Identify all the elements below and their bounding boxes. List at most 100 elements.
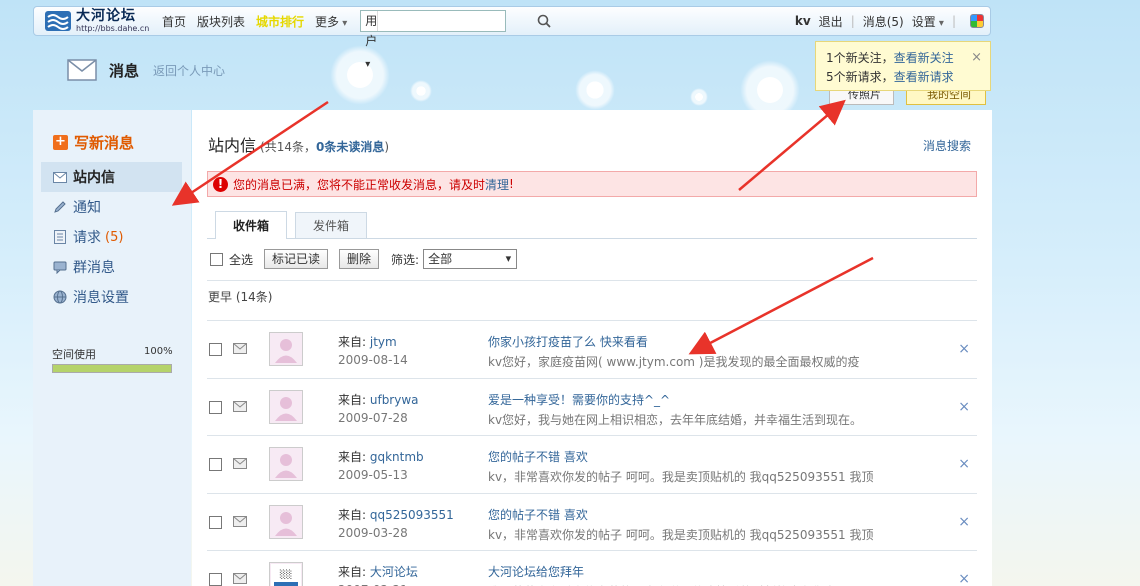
username-link[interactable]: kv — [795, 14, 811, 28]
search-box: 用户 — [360, 10, 551, 48]
dandelion-decoration — [330, 45, 390, 105]
delete-message-icon[interactable]: × — [958, 399, 970, 415]
message-checkbox[interactable] — [209, 401, 222, 414]
sender-link[interactable]: ufbrywa — [370, 393, 419, 407]
message-subject-link[interactable]: 爱是一种享受！需要你的支持^_^ — [488, 391, 670, 408]
search-icon[interactable] — [537, 11, 551, 31]
message-row[interactable]: 来自: qq525093551 2009-03-28 您的帖子不错 喜欢 kv，非常喜… — [207, 493, 977, 550]
logout-link[interactable]: 退出 — [819, 13, 843, 30]
notify-follow-text: 1个新关注， — [826, 51, 894, 65]
tab-outbox[interactable]: 发件箱 — [295, 212, 368, 238]
space-usage-bar — [52, 364, 172, 373]
default-avatar-icon — [275, 397, 297, 421]
message-subject-link[interactable]: 您的帖子不错 喜欢 — [488, 448, 588, 465]
logo-icon — [45, 11, 71, 31]
avatar[interactable] — [269, 447, 303, 481]
delete-button[interactable]: 删除 — [339, 249, 380, 269]
apps-icon[interactable] — [970, 14, 984, 28]
chat-icon — [53, 260, 67, 274]
sidebar-item-label: 站内信 — [73, 170, 115, 186]
compose-message-button[interactable]: + 写新消息 — [53, 132, 134, 153]
delete-message-icon[interactable]: × — [958, 341, 970, 357]
message-subject-link[interactable]: 您的帖子不错 喜欢 — [488, 506, 588, 523]
alert-end: ! — [509, 177, 514, 191]
sidebar-item-message-settings[interactable]: 消息设置 — [41, 282, 182, 312]
close-icon[interactable]: × — [971, 48, 982, 67]
envelope-icon — [233, 516, 247, 527]
divider: | — [850, 14, 855, 28]
inbox-count: (共14条，0条未读消息) — [260, 138, 389, 155]
message-row[interactable]: 来自: ufbrywa 2009-07-28 爱是一种享受！需要你的支持^_^ kv您… — [207, 378, 977, 435]
sender-link[interactable]: qq525093551 — [370, 508, 454, 522]
default-avatar-icon — [275, 512, 297, 536]
sidebar-item-label: 通知 — [73, 200, 101, 216]
select-all-checkbox[interactable] — [210, 252, 223, 266]
notify-request-text: 5个新请求， — [826, 70, 894, 84]
forum-avatar-icon: ░░ — [271, 564, 301, 586]
nav-boards[interactable]: 版块列表 — [197, 13, 245, 30]
divider — [207, 280, 977, 281]
envelope-icon — [233, 401, 247, 412]
message-checkbox[interactable] — [209, 458, 222, 471]
message-subject-link[interactable]: 你家小孩打疫苗了么 快来看看 — [488, 333, 648, 350]
site-logo[interactable]: 大河论坛 http://bbs.dahe.cn — [44, 9, 154, 33]
from-prefix: 来自: — [338, 450, 370, 464]
filter-label: 筛选: — [391, 252, 420, 267]
message-sender: 来自: jtym — [338, 333, 397, 350]
sidebar-item-group-messages[interactable]: 群消息 — [41, 252, 182, 282]
request-count-badge: (5) — [105, 229, 124, 245]
message-subject-link[interactable]: 大河论坛给您拜年 — [488, 563, 584, 580]
from-prefix: 来自: — [338, 508, 370, 522]
tab-inbox[interactable]: 收件箱 — [215, 211, 288, 239]
filter-select[interactable]: 全部 — [423, 249, 518, 269]
message-row[interactable]: ░░来自: 大河论坛2007-02-21大河论坛给您拜年我用葵花点穴手点住春节的… — [207, 550, 977, 586]
main-nav: 首页 版块列表 城市排行 更多 — [162, 13, 358, 30]
sidebar-item-label: 消息设置 — [73, 290, 129, 306]
mark-read-button[interactable]: 标记已读 — [264, 249, 329, 269]
envelope-icon — [67, 59, 97, 81]
delete-message-icon[interactable]: × — [958, 571, 970, 586]
search-input[interactable] — [378, 11, 538, 31]
view-new-requests-link[interactable]: 查看新请求 — [894, 70, 954, 84]
sender-link[interactable]: 大河论坛 — [370, 565, 418, 579]
message-checkbox[interactable] — [209, 343, 222, 356]
unread-count-link[interactable]: 0条未读消息 — [316, 140, 384, 154]
avatar[interactable] — [269, 390, 303, 424]
sidebar-item-inbox[interactable]: 站内信 — [41, 162, 182, 192]
message-row[interactable]: 来自: gqkntmb 2009-05-13 您的帖子不错 喜欢 kv，非常喜欢你发的… — [207, 435, 977, 492]
envelope-icon — [233, 458, 247, 469]
message-sender: 来自: ufbrywa — [338, 391, 419, 408]
delete-message-icon[interactable]: × — [958, 456, 970, 472]
message-date: 2009-05-13 — [338, 468, 408, 482]
sidebar-item-notice[interactable]: 通知 — [41, 192, 182, 222]
avatar[interactable] — [269, 505, 303, 539]
inbox-title: 站内信 — [208, 136, 257, 155]
avatar[interactable]: ░░ — [269, 562, 303, 586]
nav-more-dropdown[interactable]: 更多 — [315, 13, 347, 30]
search-type-select[interactable]: 用户 — [361, 11, 379, 48]
view-new-followers-link[interactable]: 查看新关注 — [894, 51, 954, 65]
message-search-link[interactable]: 消息搜索 — [923, 137, 971, 154]
message-checkbox[interactable] — [209, 573, 222, 586]
cleanup-link[interactable]: 清理 — [485, 176, 509, 193]
sender-link[interactable]: gqkntmb — [370, 450, 424, 464]
settings-dropdown[interactable]: 设置 — [912, 13, 944, 30]
message-snippet: kv您好，家庭疫苗网( www.jtym.com )是我发现的最全面最权威的疫 — [488, 355, 860, 369]
message-row[interactable]: 来自: jtym 2009-08-14 你家小孩打疫苗了么 快来看看 kv您好，家庭疫… — [207, 320, 977, 377]
avatar[interactable] — [269, 332, 303, 366]
user-area: kv 退出 | 消息(5) 设置 | — [787, 13, 984, 30]
dandelion-decoration — [575, 70, 615, 110]
nav-home[interactable]: 首页 — [162, 13, 186, 30]
back-to-profile-link[interactable]: 返回个人中心 — [153, 62, 225, 79]
top-navigation-bar: 大河论坛 http://bbs.dahe.cn 首页 版块列表 城市排行 更多 … — [33, 6, 991, 48]
mailbox-tabs: 收件箱 发件箱 — [207, 211, 977, 239]
nav-city-rank[interactable]: 城市排行 — [256, 13, 304, 30]
messages-link[interactable]: 消息(5) — [863, 13, 904, 30]
warning-icon: ! — [213, 176, 228, 192]
sender-link[interactable]: jtym — [370, 335, 397, 349]
message-snippet: kv，非常喜欢你发的帖子 呵呵。我是卖顶贴机的 我qq525093551 我顶 — [488, 528, 874, 542]
sidebar-item-requests[interactable]: 请求 (5) — [41, 222, 182, 252]
space-usage-fill — [53, 365, 171, 372]
message-checkbox[interactable] — [209, 516, 222, 529]
delete-message-icon[interactable]: × — [958, 514, 970, 530]
